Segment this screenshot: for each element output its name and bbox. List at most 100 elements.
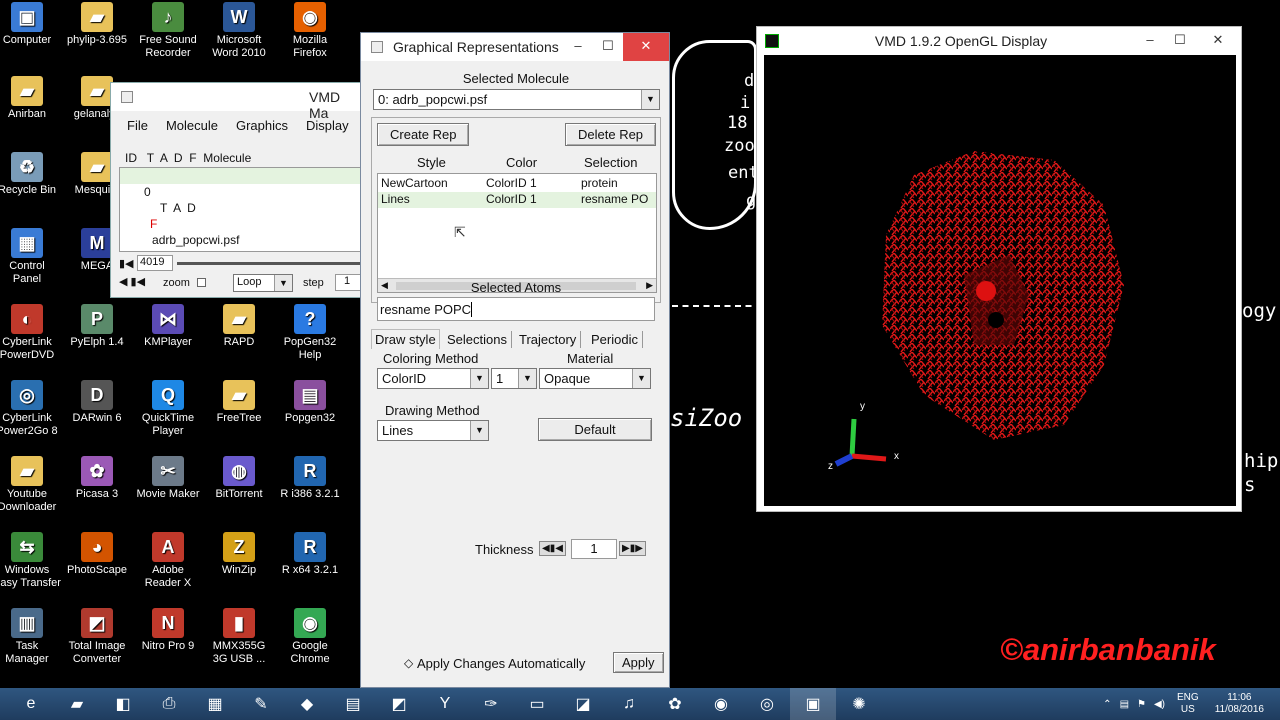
opengl-titlebar[interactable]: VMD 1.9.2 OpenGL Display ‒ ☐ ✕ bbox=[757, 27, 1241, 55]
thickness-decrease-icon[interactable]: ◀▮◀ bbox=[539, 541, 566, 556]
default-button[interactable]: Default bbox=[538, 418, 652, 441]
tray-flag-icon[interactable]: ⚑ bbox=[1137, 699, 1146, 710]
step-back-icon[interactable]: ◀ ▮◀ bbox=[119, 275, 145, 288]
tab-periodic[interactable]: Periodic bbox=[587, 331, 643, 348]
menu-display[interactable]: Display bbox=[306, 118, 349, 143]
rep-row[interactable]: Lines ColorID 1 resname PO bbox=[378, 192, 656, 208]
desktop-icon[interactable]: R R x64 3.2.1 bbox=[275, 532, 345, 577]
delete-rep-button[interactable]: Delete Rep bbox=[565, 123, 657, 146]
printer-icon[interactable]: ⎙ bbox=[146, 688, 192, 720]
create-rep-button[interactable]: Create Rep bbox=[377, 123, 470, 146]
language-indicator[interactable]: ENG US bbox=[1177, 692, 1199, 716]
tab-draw-style[interactable]: Draw style bbox=[371, 329, 440, 349]
selected-molecule-select[interactable]: 0: adrb_popcwi.psf ▼ bbox=[373, 89, 660, 110]
selection-column-header[interactable]: Selection bbox=[584, 155, 637, 170]
thickness-input[interactable]: 1 bbox=[571, 539, 617, 559]
desktop-icon[interactable]: ♪ Free Sound Recorder bbox=[133, 2, 203, 60]
menu-molecule[interactable]: Molecule bbox=[166, 118, 218, 143]
material-select[interactable]: Opaque ▼ bbox=[539, 368, 651, 389]
rstudio-icon[interactable]: ◆ bbox=[284, 688, 330, 720]
desktop-icon[interactable]: R R i386 3.2.1 bbox=[275, 456, 345, 501]
vmd-main-titlebar[interactable]: VMD Ma bbox=[111, 83, 362, 121]
skip-start-icon[interactable]: ▮◀ bbox=[119, 257, 134, 270]
store-icon[interactable]: ◧ bbox=[100, 688, 146, 720]
molecule-row[interactable]: 0 T A D F adrb_popcwi.psf bbox=[120, 168, 363, 247]
loop-select[interactable]: Loop ▼ bbox=[233, 274, 293, 292]
desktop-icon[interactable]: ▰ FreeTree bbox=[204, 380, 274, 425]
opengl-canvas[interactable]: y x z bbox=[764, 55, 1236, 506]
tray-network-icon[interactable]: ▤ bbox=[1120, 699, 1129, 710]
desktop-icon[interactable]: ▰ Anirban bbox=[0, 76, 62, 121]
word-doc-icon[interactable]: ▤ bbox=[330, 688, 376, 720]
apply-button[interactable]: Apply bbox=[613, 652, 664, 673]
yahoo-icon[interactable]: Y bbox=[422, 688, 468, 720]
close-icon[interactable]: ✕ bbox=[1195, 27, 1241, 55]
apply-auto-diamond-icon[interactable]: ◇ bbox=[404, 656, 413, 670]
chrome-icon[interactable]: ◎ bbox=[744, 688, 790, 720]
desktop-icon[interactable]: Z WinZip bbox=[204, 532, 274, 577]
picasa-icon[interactable]: ✿ bbox=[652, 688, 698, 720]
coloring-method-select[interactable]: ColorID ▼ bbox=[377, 368, 489, 389]
minimize-icon[interactable]: ‒ bbox=[1135, 27, 1165, 55]
desktop-icon[interactable]: ▰ phylip-3.695 bbox=[62, 2, 132, 47]
selected-atoms-input[interactable]: resname POPC bbox=[377, 297, 655, 321]
desktop-icon[interactable]: ✿ Picasa 3 bbox=[62, 456, 132, 501]
step-value[interactable]: 1 bbox=[335, 274, 363, 291]
tab-selections[interactable]: Selections bbox=[443, 331, 512, 348]
desktop-icon[interactable]: ⋈ KMPlayer bbox=[133, 304, 203, 349]
desktop-icon[interactable]: ▤ Popgen32 bbox=[275, 380, 345, 425]
graph-reps-titlebar[interactable]: Graphical Representations ‒ ☐ ✕ bbox=[361, 33, 669, 61]
desktop-icon[interactable]: ? PopGen32 Help bbox=[275, 304, 345, 362]
ie-icon[interactable]: e bbox=[8, 688, 54, 720]
color-id-select[interactable]: 1 ▼ bbox=[491, 368, 537, 389]
menu-graphics[interactable]: Graphics bbox=[236, 118, 288, 143]
molecule-flags[interactable]: T A D bbox=[160, 201, 196, 215]
firefox-icon[interactable]: ◉ bbox=[698, 688, 744, 720]
clock[interactable]: 11:06 11/08/2016 bbox=[1215, 692, 1264, 716]
close-icon[interactable]: ✕ bbox=[623, 33, 669, 61]
desktop-icon[interactable]: ▰ RAPD bbox=[204, 304, 274, 349]
paint-icon[interactable]: ✎ bbox=[238, 688, 284, 720]
molecule-fixed-flag[interactable]: F bbox=[150, 217, 157, 231]
apply-auto-label[interactable]: Apply Changes Automatically bbox=[417, 656, 585, 671]
desktop-icon[interactable]: ▣ Computer bbox=[0, 2, 62, 47]
zoom-checkbox[interactable] bbox=[197, 278, 206, 287]
menu-file[interactable]: File bbox=[127, 118, 148, 143]
drawing-method-select[interactable]: Lines ▼ bbox=[377, 420, 489, 441]
desktop-icon[interactable]: ⇆Windows Easy Transfer bbox=[0, 532, 62, 590]
desktop-icon[interactable]: W Microsoft Word 2010 bbox=[204, 2, 274, 60]
desktop-icon[interactable]: D DARwin 6 bbox=[62, 380, 132, 425]
minimize-icon[interactable]: ‒ bbox=[563, 33, 593, 61]
frame-slider[interactable] bbox=[177, 262, 363, 265]
desktop-icon[interactable]: ▮ MMX355G 3G USB ... bbox=[204, 608, 274, 666]
desktop-icon[interactable]: ◉ Mozilla Firefox bbox=[275, 2, 345, 60]
rep-row[interactable]: NewCartoon ColorID 1 protein bbox=[378, 176, 656, 192]
desktop-icon[interactable]: N Nitro Pro 9 bbox=[133, 608, 203, 653]
desktop-icon[interactable]: ◎ CyberLink Power2Go 8 bbox=[0, 380, 62, 438]
style-column-header[interactable]: Style bbox=[417, 155, 446, 170]
frame-number[interactable]: 4019 bbox=[137, 255, 173, 271]
desktop-icon[interactable]: ◉ Google Chrome bbox=[275, 608, 345, 666]
desktop-icon[interactable]: P PyElph 1.4 bbox=[62, 304, 132, 349]
desktop-icon[interactable]: ♻ Recycle Bin bbox=[0, 152, 62, 197]
desktop-icon[interactable]: Q QuickTime Player bbox=[133, 380, 203, 438]
desktop-icon[interactable]: ◩ Total Image Converter bbox=[62, 608, 132, 666]
desktop-icon[interactable]: ◍ BitTorrent bbox=[204, 456, 274, 501]
desktop-icon[interactable]: ▰ Youtube Downloader bbox=[0, 456, 62, 514]
color-column-header[interactable]: Color bbox=[506, 155, 537, 170]
vmd-icon[interactable]: ▣ bbox=[790, 688, 836, 720]
image-viewer-icon[interactable]: ◩ bbox=[376, 688, 422, 720]
mic-icon[interactable]: ♫ bbox=[606, 688, 652, 720]
desktop-icon[interactable]: ◕ PhotoScape bbox=[62, 532, 132, 577]
tray-volume-icon[interactable]: ◀) bbox=[1154, 699, 1165, 710]
app-icon[interactable]: ✺ bbox=[836, 688, 882, 720]
tray-expand-icon[interactable]: ⌃ bbox=[1103, 699, 1111, 710]
tab-trajectory[interactable]: Trajectory bbox=[515, 331, 582, 348]
maximize-icon[interactable]: ☐ bbox=[593, 33, 623, 61]
maximize-icon[interactable]: ☐ bbox=[1165, 27, 1195, 55]
desktop-icon[interactable]: ◐ CyberLink PowerDVD bbox=[0, 304, 62, 362]
tool-icon[interactable]: ✑ bbox=[468, 688, 514, 720]
desktop-icon[interactable]: A Adobe Reader X bbox=[133, 532, 203, 590]
calculator-icon[interactable]: ▦ bbox=[192, 688, 238, 720]
thickness-increase-icon[interactable]: ▶▮▶ bbox=[619, 541, 646, 556]
